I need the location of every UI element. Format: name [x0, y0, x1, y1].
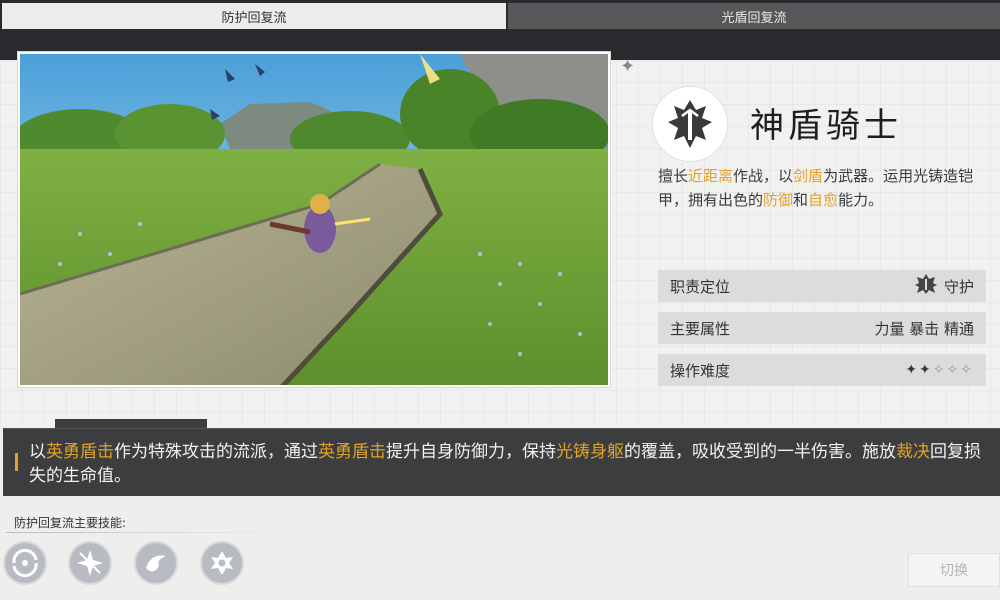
- flow-text-segment: 的覆盖，吸收受到的一半伤害。施放: [624, 442, 896, 462]
- stat-label: 主要属性: [670, 319, 731, 338]
- stat-row-difficulty: 操作难度 ✦✦✧✧✧: [658, 354, 986, 386]
- desc-highlight-segment: 防御: [763, 191, 794, 209]
- flow-text-segment: 提升自身防御力，保持: [386, 442, 556, 462]
- stat-row-role: 职责定位 守护: [658, 270, 986, 302]
- class-name-title: 神盾骑士: [750, 106, 902, 146]
- swirl-strike-skill-icon[interactable]: [134, 541, 178, 585]
- stat-row-attributes: 主要属性 力量 暴击 精通: [658, 312, 986, 344]
- flow-tabs: 防护回复流 光盾回复流: [0, 0, 1000, 29]
- flow-text-segment: 作为特殊攻击的流派，通过: [114, 442, 318, 462]
- flow-highlight-segment: 英勇盾击: [46, 442, 114, 462]
- flow-highlight-segment: 裁决: [896, 442, 930, 462]
- radiant-guard-skill-icon[interactable]: [200, 541, 244, 585]
- skills-divider: [6, 532, 286, 533]
- switch-button[interactable]: 切换: [908, 553, 1000, 587]
- desc-text-segment: 擅长: [658, 167, 689, 185]
- stat-label: 职责定位: [670, 277, 731, 296]
- gameplay-preview-image: [18, 52, 610, 387]
- skills-label: 防护回复流主要技能:: [14, 516, 127, 530]
- desc-text-segment: 和: [793, 191, 809, 209]
- tab-defense-recovery[interactable]: 防护回复流: [2, 3, 506, 29]
- whirl-slash-skill-icon[interactable]: [3, 541, 47, 585]
- star-burst-skill-icon[interactable]: [68, 541, 112, 585]
- stat-label: 操作难度: [670, 361, 731, 380]
- flow-text-segment: 以: [29, 442, 46, 462]
- stat-value: 力量 暴击 精通: [874, 319, 974, 338]
- stat-value: 守护: [943, 277, 974, 296]
- class-description: 擅长近距离作战，以剑盾为武器。运用光铸造铠甲，拥有出色的防御和自愈能力。: [658, 164, 988, 212]
- desc-highlight-segment: 近距离: [688, 167, 734, 185]
- difficulty-filled-stars: ✦✦: [905, 362, 933, 378]
- shield-sword-emblem-icon: [652, 86, 728, 162]
- scene-illustration: [20, 54, 608, 385]
- tab-light-shield-recovery[interactable]: 光盾回复流: [508, 3, 1000, 29]
- class-stats: 职责定位 守护 主要属性 力量 暴击 精通 操作难度 ✦✦✧✧✧: [658, 270, 986, 396]
- flow-description-bar: 以英勇盾击作为特殊攻击的流派，通过英勇盾击提升自身防御力，保持光铸身躯的覆盖，吸…: [3, 428, 1000, 496]
- difficulty-empty-stars: ✧✧✧: [932, 362, 974, 378]
- flow-highlight-segment: 英勇盾击: [318, 442, 386, 462]
- difficulty-rating: ✦✦✧✧✧: [905, 362, 974, 378]
- guard-icon: [914, 273, 938, 299]
- desc-text-segment: 作战，以: [733, 167, 794, 185]
- desc-highlight-segment: 自愈: [808, 191, 839, 209]
- class-info-card: 神盾骑士 擅长近距离作战，以剑盾为武器。运用光铸造铠甲，拥有出色的防御和自愈能力…: [628, 72, 1000, 402]
- flow-highlight-segment: 光铸身躯: [556, 442, 624, 462]
- flow-description: 以英勇盾击作为特殊攻击的流派，通过英勇盾击提升自身防御力，保持光铸身躯的覆盖，吸…: [29, 440, 989, 488]
- desc-text-segment: 能力。: [838, 191, 884, 209]
- desc-highlight-segment: 剑盾: [793, 167, 824, 185]
- accent-marker: [15, 453, 18, 471]
